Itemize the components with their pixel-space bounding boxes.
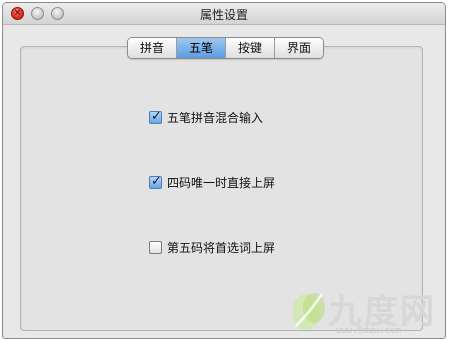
option-mixed-input[interactable]: ✓ 五笔拼音混合输入 bbox=[149, 109, 263, 125]
tab-keys[interactable]: 按键 bbox=[225, 38, 275, 58]
checkmark-icon: ✓ bbox=[151, 173, 162, 189]
option-label: 四码唯一时直接上屏 bbox=[167, 175, 276, 190]
option-label: 五笔拼音混合输入 bbox=[167, 110, 264, 125]
window-title: 属性设置 bbox=[199, 8, 248, 22]
option-label: 第五码将首选词上屏 bbox=[167, 240, 276, 255]
leaf-logo-icon bbox=[292, 293, 325, 330]
title-bar[interactable]: × 属性设置 bbox=[3, 3, 445, 25]
fifth-code-checkbox[interactable] bbox=[149, 240, 162, 254]
tab-wubi[interactable]: 五笔 bbox=[176, 38, 226, 58]
checkmark-icon: ✓ bbox=[151, 108, 162, 124]
mixed-input-checkbox[interactable]: ✓ bbox=[149, 108, 162, 124]
site-watermark: 九度网 www.9duw.com bbox=[288, 284, 448, 340]
auto-commit-checkbox[interactable]: ✓ bbox=[149, 173, 162, 189]
tab-bar: 拼音 五笔 按键 界面 bbox=[127, 37, 325, 59]
option-auto-commit[interactable]: ✓ 四码唯一时直接上屏 bbox=[149, 174, 275, 190]
watermark-url: www.9duw.com bbox=[336, 326, 402, 336]
tab-pinyin[interactable]: 拼音 bbox=[128, 38, 177, 58]
option-fifth-code[interactable]: 第五码将首选词上屏 bbox=[149, 239, 275, 255]
tab-interface[interactable]: 界面 bbox=[274, 38, 324, 58]
